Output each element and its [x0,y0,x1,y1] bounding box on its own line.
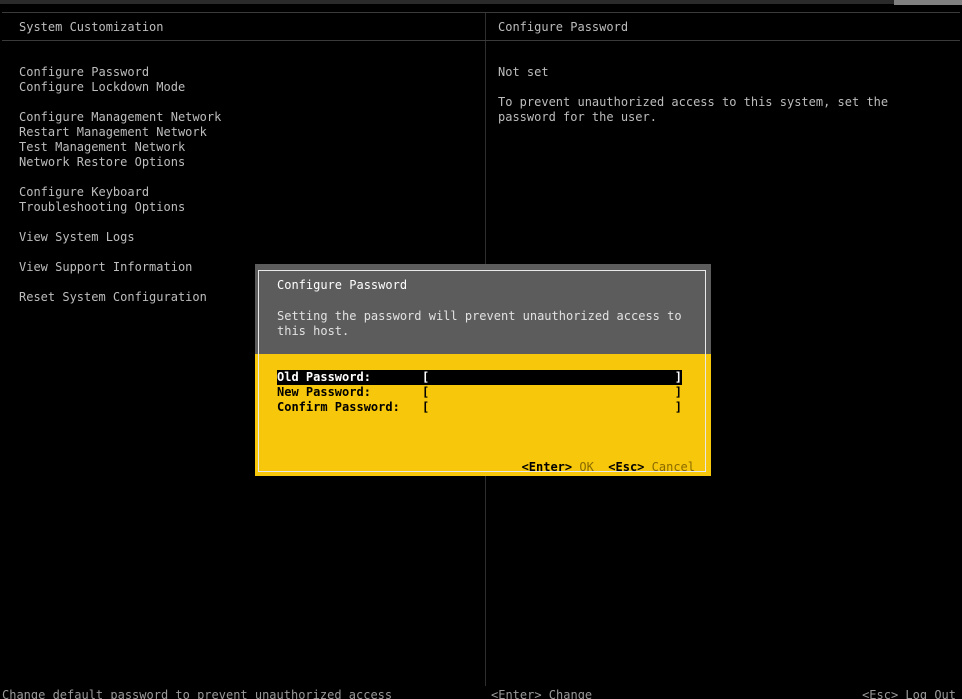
bracket-close: ] [674,370,682,384]
cancel-key: <Esc> [608,460,645,474]
menu-item-troubleshooting-options[interactable]: Troubleshooting Options [19,200,221,215]
bracket-close: ] [674,400,682,414]
new-password-label: New Password: [277,385,371,399]
bracket-open: [ [422,400,430,414]
ok-label: OK [579,460,594,474]
new-password-row[interactable]: New Password: [ ] [277,385,682,400]
detail-description: To prevent unauthorized access to this s… [498,95,889,124]
header-separator [2,40,960,41]
footer-hint: Change default password to prevent unaut… [2,688,393,699]
confirm-password-field[interactable]: [ ] [422,400,682,415]
old-password-row[interactable]: Old Password: [ ] [277,370,682,385]
customization-menu: Configure Password Configure Lockdown Mo… [19,65,221,305]
top-bar [0,0,962,4]
menu-item-configure-management-network[interactable]: Configure Management Network [19,110,221,125]
menu-item-network-restore-options[interactable]: Network Restore Options [19,155,221,170]
menu-item-test-management-network[interactable]: Test Management Network [19,140,221,155]
dialog-message: Setting the password will prevent unauth… [277,309,682,338]
confirm-password-label: Confirm Password: [277,400,400,414]
menu-gap [19,215,221,230]
dialog-title: Configure Password [277,278,408,292]
bracket-close: ] [674,385,682,399]
bracket-open: [ [422,370,430,384]
ok-button[interactable]: <Enter> OK [522,460,594,474]
ok-key: <Enter> [521,460,573,474]
new-password-field[interactable]: [ ] [422,385,682,400]
menu-item-configure-keyboard[interactable]: Configure Keyboard [19,185,221,200]
menu-gap [19,95,221,110]
detail-title: Configure Password [498,20,629,34]
menu-item-reset-system-configuration[interactable]: Reset System Configuration [19,290,221,305]
footer-esc-hint[interactable]: <Esc> Log Out [862,688,956,699]
menu-item-configure-password[interactable]: Configure Password [19,65,221,80]
old-password-label: Old Password: [277,370,371,384]
confirm-password-row[interactable]: Confirm Password: [ ] [277,400,682,415]
menu-item-configure-lockdown-mode[interactable]: Configure Lockdown Mode [19,80,221,95]
configure-password-dialog: Configure Password Setting the password … [255,264,711,476]
cancel-button[interactable]: <Esc> Cancel [608,460,695,474]
footer-enter-hint[interactable]: <Enter> Change [491,688,592,699]
cancel-label: Cancel [651,460,695,474]
menu-item-view-support-information[interactable]: View Support Information [19,260,221,275]
menu-gap [19,245,221,260]
detail-panel: Not set To prevent unauthorized access t… [498,65,938,125]
menu-gap [19,275,221,290]
menu-gap [19,170,221,185]
old-password-field[interactable]: [ ] [422,370,682,385]
menu-item-view-system-logs[interactable]: View System Logs [19,230,221,245]
top-bar-corner [894,0,962,5]
password-status: Not set [498,65,549,79]
page-title: System Customization [19,20,164,34]
bracket-open: [ [422,385,430,399]
menu-item-restart-management-network[interactable]: Restart Management Network [19,125,221,140]
dialog-actions: <Enter> OK <Esc> Cancel [493,445,695,490]
